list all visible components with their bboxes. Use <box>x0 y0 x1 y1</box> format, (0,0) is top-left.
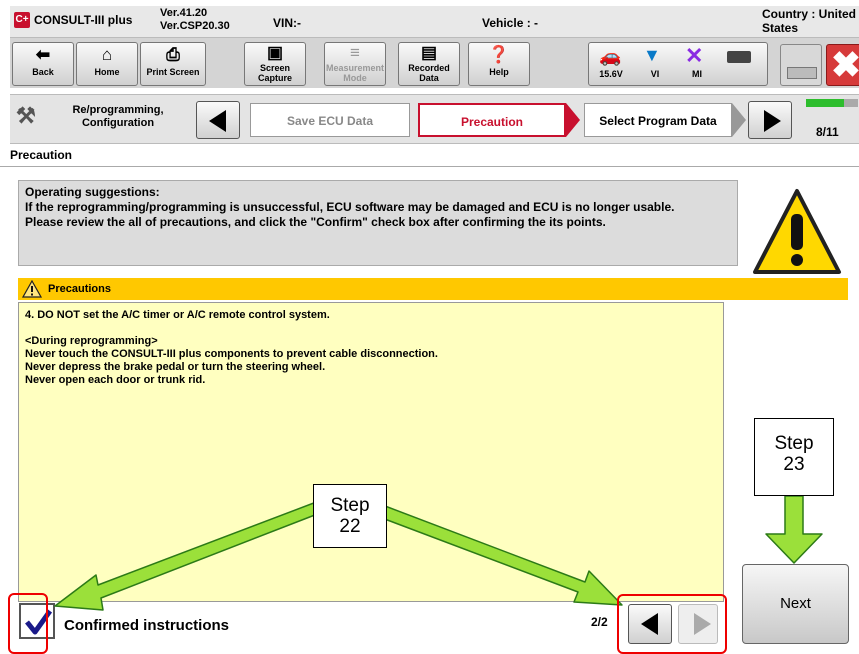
arrow-to-next <box>765 495 823 564</box>
step-23-callout: Step 23 <box>754 418 834 496</box>
arrow-to-checkbox <box>54 500 321 611</box>
callout-number: 23 <box>783 454 805 475</box>
highlight-pager <box>617 594 727 654</box>
callout-text: Step <box>774 433 814 454</box>
step-22-callout: Step 22 <box>313 484 387 548</box>
highlight-checkbox <box>8 593 48 654</box>
callout-number: 22 <box>339 516 361 537</box>
annotation-arrows <box>54 495 823 611</box>
callout-text: Step <box>330 495 370 516</box>
arrow-to-pager <box>381 505 623 606</box>
